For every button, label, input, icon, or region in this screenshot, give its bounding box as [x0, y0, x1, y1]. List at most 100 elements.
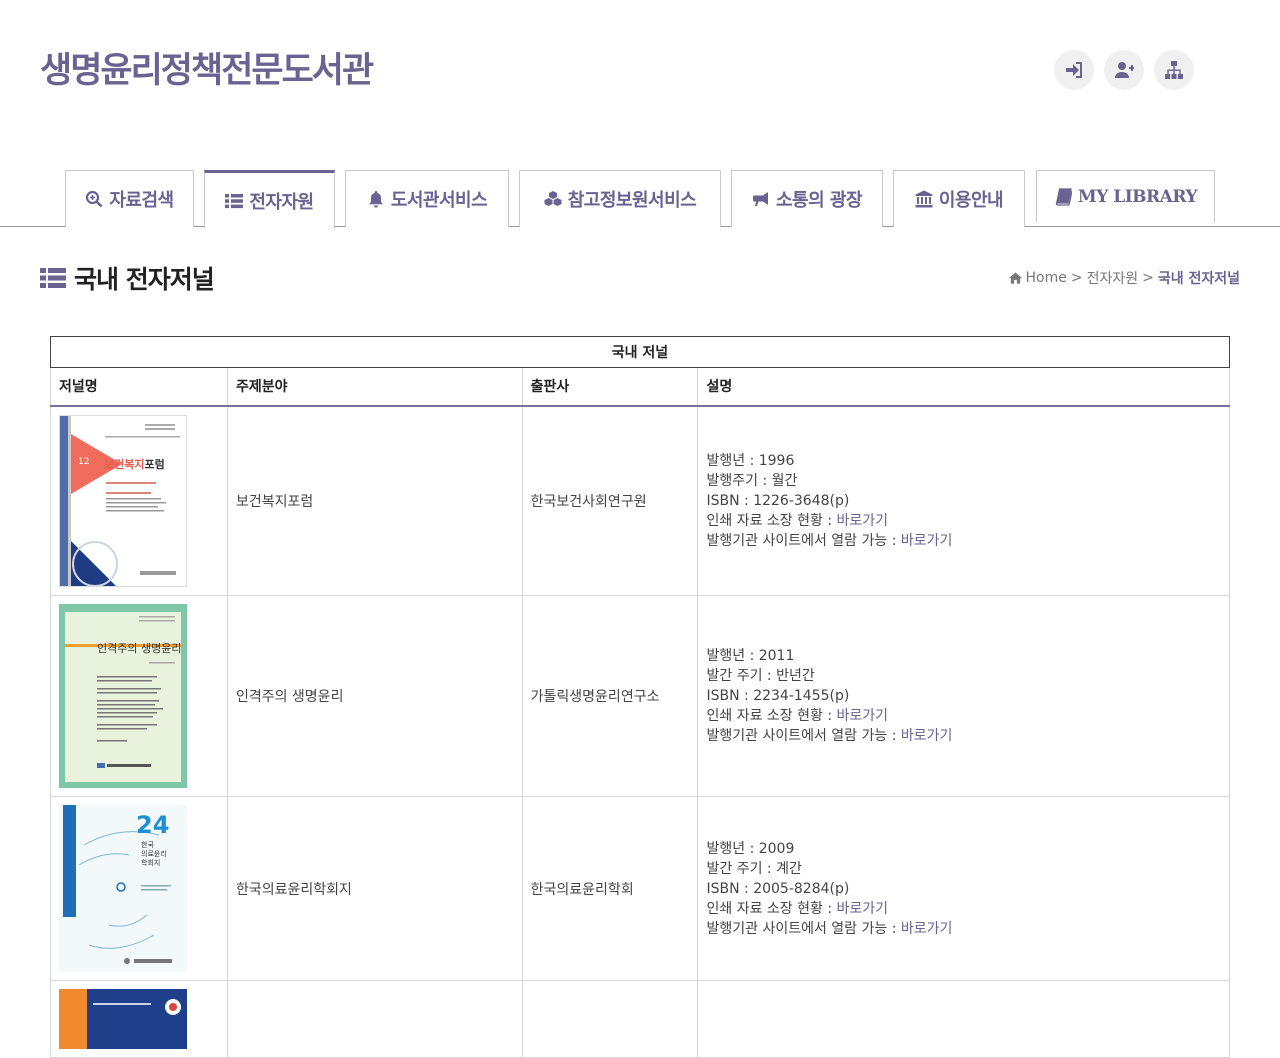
cover-title-line: 한국 — [141, 841, 154, 849]
journal-cover-cell: 인격주의 생명윤리 — [50, 595, 228, 797]
tab-electronic-resources[interactable]: 전자자원 — [204, 170, 335, 228]
print-holdings-link[interactable]: 바로가기 — [837, 901, 889, 917]
desc-isbn: ISBN : 2234-1455(p) — [706, 688, 850, 704]
header-journal-name: 저널명 — [50, 367, 228, 407]
header-subject: 주제분야 — [226, 367, 523, 407]
print-holdings-link[interactable]: 바로가기 — [837, 708, 889, 724]
journal-subject: 인격주의 생명윤리 — [226, 595, 523, 797]
desc-year: 발행년 : 2009 — [706, 840, 795, 857]
tab-guide[interactable]: 이용안내 — [893, 170, 1025, 227]
publisher-site-link[interactable]: 바로가기 — [901, 921, 953, 937]
tab-my-library[interactable]: MY LIBRARY — [1036, 170, 1215, 222]
tab-search[interactable]: 자료검색 — [65, 170, 194, 227]
site-title[interactable]: 생명윤리정책전문도서관 — [40, 42, 374, 93]
sign-in-icon — [1066, 62, 1082, 78]
table-row: 24 한국 의료윤리 학회지 한국의료윤리학회지 한국의료윤리학회 발행년 : … — [50, 796, 1230, 981]
journal-cover-cell — [50, 980, 228, 1058]
site-header: 생명윤리정책전문도서관 — [0, 0, 1280, 170]
tab-communication-label: 소통의 광장 — [775, 190, 863, 211]
desc-frequency: 발간 주기 : 계간 — [706, 860, 802, 877]
table-caption: 국내 저널 — [50, 336, 1230, 368]
print-holdings-label: 인쇄 자료 소장 현황 : — [706, 512, 837, 529]
publisher-site-link[interactable]: 바로가기 — [901, 728, 953, 744]
tab-my-library-label: MY LIBRARY — [1077, 186, 1198, 207]
institution-icon — [915, 190, 933, 208]
breadcrumb-separator: > — [1070, 270, 1083, 286]
print-holdings-link[interactable]: 바로가기 — [837, 513, 889, 529]
tab-communication[interactable]: 소통의 광장 — [731, 170, 883, 227]
journal-description: 발행년 : 2011 발간 주기 : 반년간 ISBN : 2234-1455(… — [697, 595, 1230, 797]
desc-isbn: ISBN : 1226-3648(p) — [706, 492, 850, 509]
book-icon — [1055, 187, 1072, 206]
cover-issue-number: 24 — [136, 811, 170, 839]
publisher-site-link[interactable]: 바로가기 — [901, 533, 953, 549]
tab-guide-label: 이용안내 — [938, 190, 1004, 211]
journal-cover-image[interactable]: 인격주의 생명윤리 — [59, 604, 187, 788]
breadcrumb-home[interactable]: Home — [1026, 270, 1067, 286]
publisher-site-label: 발행기관 사이트에서 열람 가능 : — [706, 532, 901, 549]
desc-frequency: 발간 주기 : 반년간 — [706, 668, 815, 684]
cover-title-line: 의료윤리 — [141, 850, 167, 858]
breadcrumb-separator: > — [1142, 270, 1154, 286]
journal-publisher: 한국의료윤리학회 — [521, 796, 699, 981]
journal-table: 국내 저널 저널명 주제분야 출판사 설명 12 보건복지포럼 보건복지포럼 한… — [50, 336, 1230, 1058]
desc-year: 발행년 : 2011 — [706, 648, 795, 664]
journal-description: 발행년 : 2009 발간 주기 : 계간 ISBN : 2005-8284(p… — [697, 796, 1230, 981]
table-row: 인격주의 생명윤리 인격주의 생명윤리 가톨릭생명윤리연구소 발행년 : 201… — [50, 595, 1230, 797]
header-publisher: 출판사 — [521, 367, 699, 407]
tab-reference-services-label: 참고정보원서비스 — [567, 190, 697, 211]
journal-subject — [226, 980, 523, 1058]
journal-cover-image[interactable]: 12 보건복지포럼 — [59, 414, 187, 587]
table-row — [50, 980, 1230, 1058]
join-button[interactable] — [1104, 50, 1144, 90]
desc-year: 발행년 : 1996 — [706, 452, 795, 469]
cover-issue-number: 12 — [78, 456, 90, 467]
header-icon-group — [1054, 50, 1194, 90]
table-row: 12 보건복지포럼 보건복지포럼 한국보건사회연구원 발행년 : 1996 발행… — [50, 405, 1230, 596]
breadcrumb-current: 국내 전자저널 — [1157, 271, 1240, 287]
breadcrumb: Home > 전자자원 > 국내 전자저널 — [1008, 268, 1240, 288]
journal-cover-cell: 24 한국 의료윤리 학회지 — [50, 796, 228, 981]
desc-publisher-site: 발행기관 사이트에서 열람 가능 : 바로가기 — [706, 919, 1229, 939]
tab-search-label: 자료검색 — [109, 190, 174, 211]
publisher-site-label: 발행기관 사이트에서 열람 가능 : — [706, 920, 901, 937]
login-button[interactable] — [1054, 50, 1094, 90]
publisher-site-label: 발행기관 사이트에서 열람 가능 : — [706, 728, 901, 744]
desc-print-holdings: 인쇄 자료 소장 현황 : 바로가기 — [706, 706, 1229, 726]
tab-library-services[interactable]: 도서관서비스 — [345, 170, 509, 227]
journal-cover-image[interactable]: 24 한국 의료윤리 학회지 — [59, 805, 187, 972]
cover-title-line: 학회지 — [141, 859, 161, 867]
cover-title-red: 보건복지 — [104, 457, 145, 471]
cover-artwork — [59, 989, 181, 1049]
desc-print-holdings: 인쇄 자료 소장 현황 : 바로가기 — [706, 899, 1229, 919]
journal-cover-cell: 12 보건복지포럼 — [50, 405, 228, 596]
cover-title: 보건복지포럼 — [104, 456, 165, 472]
desc-frequency: 발행주기 : 월간 — [706, 472, 798, 489]
page-title: 국내 전자저널 — [40, 260, 215, 296]
bell-icon — [368, 191, 383, 208]
list-icon — [225, 193, 244, 208]
journal-description: 발행년 : 1996 발행주기 : 월간 ISBN : 1226-3648(p)… — [697, 405, 1230, 596]
journal-description — [697, 980, 1230, 1058]
tab-reference-services[interactable]: 참고정보원서비스 — [519, 170, 721, 227]
cover-title: 한국 의료윤리 학회지 — [141, 841, 167, 868]
header-description: 설명 — [697, 367, 1230, 407]
sitemap-button[interactable] — [1154, 50, 1194, 90]
page-heading-bar: 국내 전자저널 Home > 전자자원 > 국내 전자저널 — [40, 258, 1240, 298]
list-icon — [40, 268, 66, 288]
journal-subject: 한국의료윤리학회지 — [226, 796, 523, 981]
journal-publisher — [521, 980, 699, 1058]
journal-publisher: 한국보건사회연구원 — [521, 405, 699, 596]
sitemap-icon — [1165, 61, 1183, 79]
cubes-icon — [544, 191, 562, 206]
print-holdings-label: 인쇄 자료 소장 현황 : — [706, 900, 837, 917]
search-icon — [86, 190, 103, 208]
breadcrumb-parent[interactable]: 전자자원 — [1087, 268, 1139, 288]
home-icon — [1008, 272, 1022, 284]
cover-artwork — [60, 415, 180, 586]
desc-publisher-site: 발행기관 사이트에서 열람 가능 : 바로가기 — [706, 531, 1229, 551]
cover-title-dark: 포럼 — [144, 457, 165, 471]
journal-publisher: 가톨릭생명윤리연구소 — [521, 595, 699, 797]
journal-cover-image[interactable] — [59, 989, 187, 1049]
cover-title: 인격주의 생명윤리 — [97, 642, 182, 655]
